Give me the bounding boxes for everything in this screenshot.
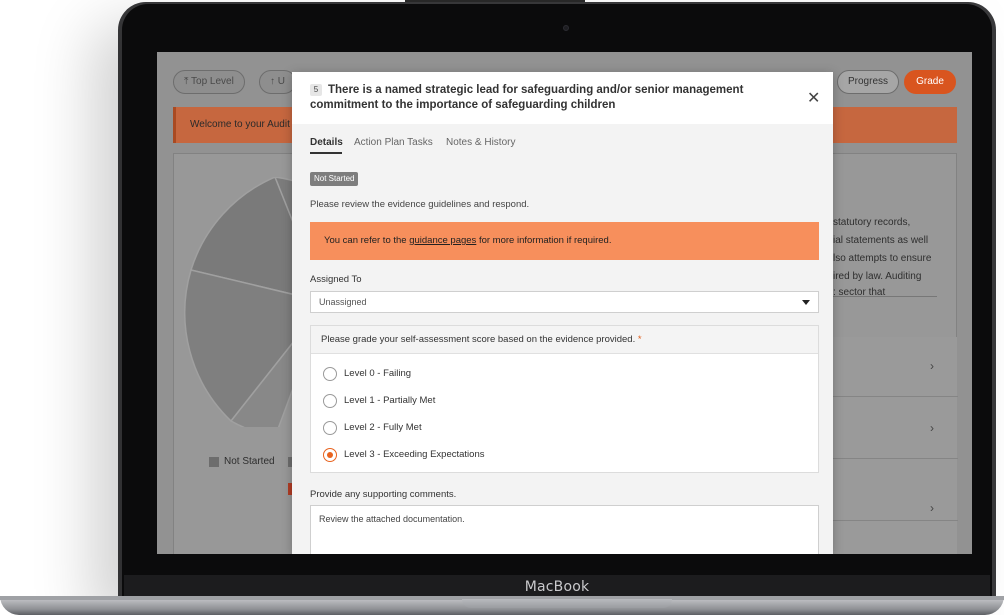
camera-icon xyxy=(563,25,569,31)
divider xyxy=(825,296,937,297)
question-modal: 5 There is a named strategic lead for sa… xyxy=(292,72,833,554)
description-line: lso attempts to ensure xyxy=(833,253,932,264)
laptop-brand-label: MacBook xyxy=(524,579,590,595)
welcome-text: Welcome to your Audit xyxy=(190,119,290,130)
grade-button[interactable]: Grade xyxy=(904,70,956,94)
top-level-button[interactable]: ⤒ Top Level xyxy=(173,70,245,94)
comments-label: Provide any supporting comments. xyxy=(310,489,457,500)
list-item[interactable]: › xyxy=(830,337,958,397)
guidance-suffix: for more information if required. xyxy=(476,235,612,246)
legend-swatch-not-started xyxy=(209,457,219,467)
active-tab-indicator xyxy=(310,152,342,154)
instructions-text: Please review the evidence guidelines an… xyxy=(310,199,530,210)
grade-prompt: Please grade your self-assessment score … xyxy=(311,326,818,354)
chevron-right-icon: › xyxy=(930,501,934,515)
grade-option-label: Level 3 - Exceeding Expectations xyxy=(344,449,485,460)
legend-label-not-started: Not Started xyxy=(224,456,275,467)
top-level-label: Top Level xyxy=(191,76,234,87)
description-line: ial statements as well xyxy=(833,235,929,246)
modal-header: 5 There is a named strategic lead for sa… xyxy=(292,72,833,124)
radio-checked-icon[interactable] xyxy=(323,448,337,462)
tab-notes-history[interactable]: Notes & History xyxy=(446,137,515,148)
assigned-to-value: Unassigned xyxy=(319,297,367,307)
chevron-right-icon: › xyxy=(930,359,934,373)
modal-body: Details Action Plan Tasks Notes & Histor… xyxy=(292,124,833,554)
tab-action-plan-tasks[interactable]: Action Plan Tasks xyxy=(354,137,433,148)
tab-details[interactable]: Details xyxy=(310,137,343,148)
radio-icon[interactable] xyxy=(323,421,337,435)
arrow-up-icon: ↑ xyxy=(270,76,275,87)
grade-prompt-text: Please grade your self-assessment score … xyxy=(321,334,636,345)
modal-title: There is a named strategic lead for safe… xyxy=(310,84,744,111)
laptop-mockup: ⤒ Top Level ↑ U Progress Grade Welcome t… xyxy=(0,0,1004,615)
comments-value: Review the attached documentation. xyxy=(319,514,465,524)
question-list: › › › xyxy=(829,337,958,554)
laptop-notch xyxy=(462,599,672,608)
up-label: U xyxy=(277,76,286,87)
list-item[interactable]: › xyxy=(830,399,958,459)
list-item[interactable]: › xyxy=(830,461,958,521)
assigned-to-select[interactable]: Unassigned xyxy=(310,291,819,313)
grade-option-label: Level 2 - Fully Met xyxy=(344,422,422,433)
radio-icon[interactable] xyxy=(323,394,337,408)
radio-icon[interactable] xyxy=(323,367,337,381)
grade-option-label: Level 1 - Partially Met xyxy=(344,395,436,406)
screen: ⤒ Top Level ↑ U Progress Grade Welcome t… xyxy=(157,52,972,554)
guidance-pages-link[interactable]: guidance pages xyxy=(409,235,476,246)
description-line: : sector that xyxy=(833,287,886,298)
caret-down-icon xyxy=(802,300,810,305)
guidance-prefix: You can refer to the xyxy=(324,235,410,246)
guidance-notice: You can refer to the guidance pages for … xyxy=(310,222,819,260)
assigned-to-label: Assigned To xyxy=(310,274,362,285)
arrow-up-bar-icon: ⤒ xyxy=(184,76,189,87)
chevron-right-icon: › xyxy=(930,421,934,435)
progress-button[interactable]: Progress xyxy=(837,70,900,94)
comments-textarea[interactable]: Review the attached documentation. xyxy=(310,505,819,554)
required-marker: * xyxy=(637,334,642,345)
close-icon[interactable]: ✕ xyxy=(807,91,820,107)
grade-card: Please grade your self-assessment score … xyxy=(310,325,819,473)
up-button[interactable]: ↑ U xyxy=(259,70,297,94)
description-line: statutory records, xyxy=(833,217,911,228)
grade-option-label: Level 0 - Failing xyxy=(344,368,412,379)
status-badge: Not Started xyxy=(310,172,359,186)
